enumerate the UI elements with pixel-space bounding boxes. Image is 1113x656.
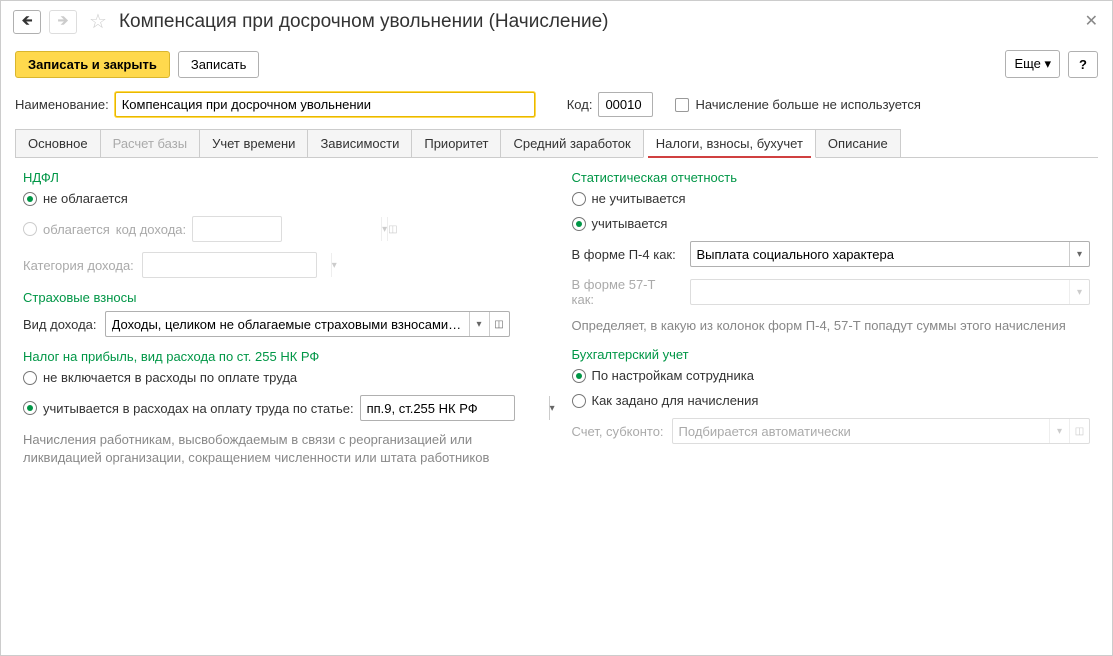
income-code-label: код дохода:	[116, 222, 186, 237]
profit-tax-title: Налог на прибыль, вид расхода по ст. 255…	[23, 349, 542, 364]
chevron-down-icon: ▾	[1069, 280, 1089, 304]
forward-button[interactable]: 🡺	[49, 10, 77, 34]
stat-hint: Определяет, в какую из колонок форм П-4,…	[572, 317, 1091, 335]
tab-main[interactable]: Основное	[15, 129, 101, 157]
profit-hint: Начисления работникам, высвобождаемым в …	[23, 431, 542, 467]
profit-article-combo[interactable]: ▾	[360, 395, 515, 421]
stat-yes-label: учитывается	[592, 216, 668, 231]
chevron-down-icon[interactable]: ▾	[469, 312, 489, 336]
save-button[interactable]: Записать	[178, 51, 260, 78]
chevron-down-icon[interactable]: ▾	[1069, 242, 1089, 266]
income-type-combo[interactable]: ▾ ◫	[105, 311, 510, 337]
chevron-down-icon: ▾	[1045, 56, 1052, 71]
income-cat-combo: ▾	[142, 252, 317, 278]
favorite-star-icon[interactable]: ☆	[89, 9, 107, 34]
acc-accr-radio[interactable]	[572, 394, 586, 408]
acc-accr-label: Как задано для начисления	[592, 393, 759, 408]
ndfl-title: НДФЛ	[23, 170, 542, 185]
code-input[interactable]	[598, 92, 653, 117]
insurance-title: Страховые взносы	[23, 290, 542, 305]
profit-included-radio[interactable]	[23, 401, 37, 415]
tab-time[interactable]: Учет времени	[199, 129, 308, 157]
income-cat-label: Категория дохода:	[23, 258, 134, 273]
acc-combo: ▾ ◫	[672, 418, 1090, 444]
income-type-label: Вид дохода:	[23, 317, 97, 332]
chevron-down-icon[interactable]: ▾	[549, 396, 555, 420]
accounting-title: Бухгалтерский учет	[572, 347, 1091, 362]
chevron-down-icon: ▾	[331, 253, 337, 277]
open-icon: ◫	[387, 217, 397, 241]
ndfl-taxed-label: облагается	[43, 222, 110, 237]
ndfl-not-taxed-label: не облагается	[43, 191, 128, 206]
p4-label: В форме П-4 как:	[572, 247, 682, 262]
open-icon[interactable]: ◫	[489, 312, 509, 336]
tab-avg-earnings[interactable]: Средний заработок	[500, 129, 643, 157]
back-button[interactable]: 🡸	[13, 10, 41, 34]
chevron-down-icon: ▾	[1049, 419, 1069, 443]
not-used-label: Начисление больше не используется	[695, 97, 920, 112]
not-used-checkbox[interactable]	[675, 98, 689, 112]
stat-not-label: не учитывается	[592, 191, 686, 206]
t57-label: В форме 57-Т как:	[572, 277, 682, 307]
name-label: Наименование:	[15, 97, 109, 112]
p4-combo[interactable]: ▾	[690, 241, 1091, 267]
stat-yes-radio[interactable]	[572, 217, 586, 231]
tab-description[interactable]: Описание	[815, 129, 901, 157]
profit-not-included-radio[interactable]	[23, 371, 37, 385]
t57-combo: ▾	[690, 279, 1091, 305]
save-close-button[interactable]: Записать и закрыть	[15, 51, 170, 78]
open-icon: ◫	[1069, 419, 1089, 443]
tabs-bar: Основное Расчет базы Учет времени Зависи…	[15, 129, 1098, 158]
stat-not-radio[interactable]	[572, 192, 586, 206]
name-input[interactable]	[115, 92, 535, 117]
tab-taxes[interactable]: Налоги, взносы, бухучет	[643, 129, 816, 158]
help-button[interactable]: ?	[1068, 51, 1098, 78]
ndfl-not-taxed-radio[interactable]	[23, 192, 37, 206]
window-title: Компенсация при досрочном увольнении (На…	[119, 11, 609, 33]
close-icon[interactable]: ✕	[1085, 11, 1098, 31]
ndfl-taxed-radio[interactable]	[23, 222, 37, 236]
code-label: Код:	[567, 97, 593, 112]
more-button[interactable]: Еще ▾	[1005, 50, 1060, 78]
acc-emp-label: По настройкам сотрудника	[592, 368, 754, 383]
acc-emp-radio[interactable]	[572, 369, 586, 383]
profit-included-label: учитывается в расходах на оплату труда п…	[43, 401, 354, 416]
tab-priority[interactable]: Приоритет	[411, 129, 501, 157]
acc-label: Счет, субконто:	[572, 424, 664, 439]
stat-title: Статистическая отчетность	[572, 170, 1091, 185]
tab-deps[interactable]: Зависимости	[307, 129, 412, 157]
income-code-combo: ▾ ◫	[192, 216, 282, 242]
profit-not-included-label: не включается в расходы по оплате труда	[43, 370, 297, 385]
tab-base-calc[interactable]: Расчет базы	[100, 129, 201, 157]
